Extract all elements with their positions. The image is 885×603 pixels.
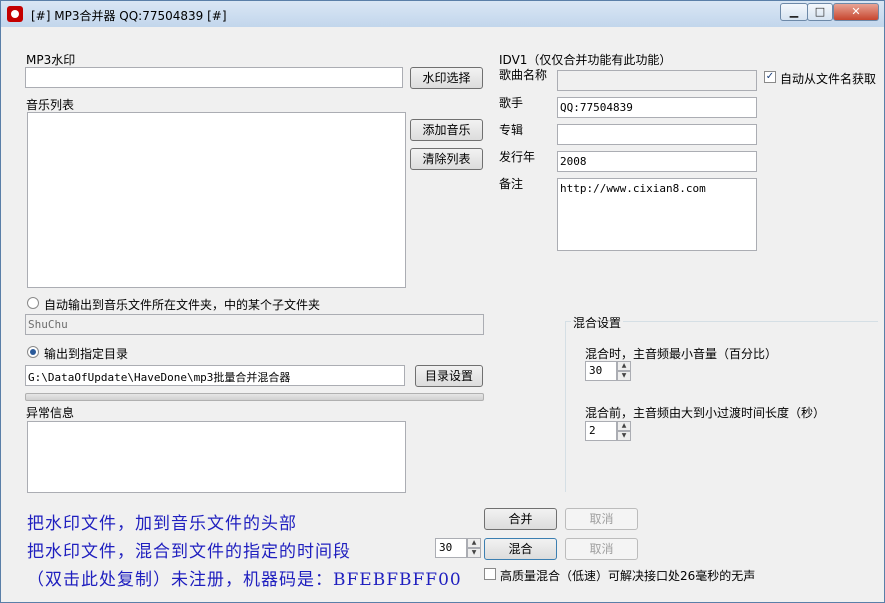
watermark-input[interactable] [25,67,403,88]
auto-output-radio[interactable] [27,297,39,309]
title-bar[interactable]: [#] MP3合并器 QQ:77504839 [#] ▁ □ ✕ [1,1,884,27]
min-volume-value[interactable]: 30 [585,361,617,381]
music-listbox[interactable] [27,112,406,288]
artist-input[interactable]: QQ:77504839 [557,97,757,118]
offset-value[interactable]: 30 [435,538,467,558]
artist-label: 歌手 [499,96,524,110]
auto-filename-label: 自动从文件名获取 [780,72,877,86]
album-label: 专辑 [499,123,524,137]
auto-output-label: 自动输出到音乐文件所在文件夹，中的某个子文件夹 [44,298,321,312]
watermark-select-button[interactable]: 水印选择 [410,67,483,89]
album-input[interactable] [557,124,757,145]
note-textarea[interactable]: http://www.cixian8.com [557,178,757,251]
errors-textarea[interactable] [27,421,406,493]
mix-settings-label: 混合设置 [571,314,624,331]
cancel-mix-button[interactable]: 取消 [565,538,638,560]
high-quality-checkbox[interactable] [484,568,496,580]
fade-value[interactable]: 2 [585,421,617,441]
close-button[interactable]: ✕ [833,3,879,21]
app-window: [#] MP3合并器 QQ:77504839 [#] ▁ □ ✕ MP3水印 水… [0,0,885,603]
year-label: 发行年 [499,150,536,164]
auto-filename-checkbox[interactable]: ✓ [764,71,776,83]
dir-output-radio[interactable] [27,346,39,358]
cancel-merge-button[interactable]: 取消 [565,508,638,530]
subfolder-input[interactable]: ShuChu [25,314,484,335]
main-panel: MP3水印 水印选择 音乐列表 添加音乐 清除列表 IDV1（仅仅合并功能有此功… [7,29,879,597]
add-music-button[interactable]: 添加音乐 [410,119,483,141]
minimize-button[interactable]: ▁ [780,3,808,21]
watermark-head-text[interactable]: 把水印文件，加到音乐文件的头部 [27,509,297,534]
spin-up-icon[interactable]: ▲ [617,361,631,371]
mix-button[interactable]: 混合 [484,538,557,560]
fade-label: 混合前，主音频由大到小过渡时间长度（秒） [585,406,826,420]
spin-up-icon[interactable]: ▲ [467,538,481,548]
dir-settings-button[interactable]: 目录设置 [415,365,483,387]
registration-text[interactable]: （双击此处复制）未注册，机器码是：BFEBFBFF00 [27,565,483,590]
progress-bar [25,393,484,401]
spin-down-icon[interactable]: ▼ [617,431,631,441]
song-name-input[interactable] [557,70,757,91]
maximize-button[interactable]: □ [807,3,833,21]
app-logo-icon[interactable] [7,6,23,22]
music-list-label: 音乐列表 [26,98,75,112]
spin-down-icon[interactable]: ▼ [617,371,631,381]
watermark-label: MP3水印 [26,53,76,67]
spin-up-icon[interactable]: ▲ [617,421,631,431]
year-input[interactable]: 2008 [557,151,757,172]
clear-list-button[interactable]: 清除列表 [410,148,483,170]
merge-button[interactable]: 合并 [484,508,557,530]
errors-label: 异常信息 [26,406,75,420]
high-quality-label: 高质量混合（低速）可解决接口处26毫秒的无声 [500,569,756,583]
output-dir-input[interactable]: G:\DataOfUpdate\HaveDone\mp3批量合并混合器 [25,365,405,386]
watermark-mix-text[interactable]: 把水印文件，混合到文件的指定的时间段 [27,537,351,562]
note-label: 备注 [499,177,524,191]
min-volume-label: 混合时，主音频最小音量（百分比） [585,347,778,361]
window-title: [#] MP3合并器 QQ:77504839 [#] [31,9,227,23]
song-name-label: 歌曲名称 [499,68,548,82]
dir-output-label: 输出到指定目录 [44,347,129,361]
spin-down-icon[interactable]: ▼ [467,548,481,558]
